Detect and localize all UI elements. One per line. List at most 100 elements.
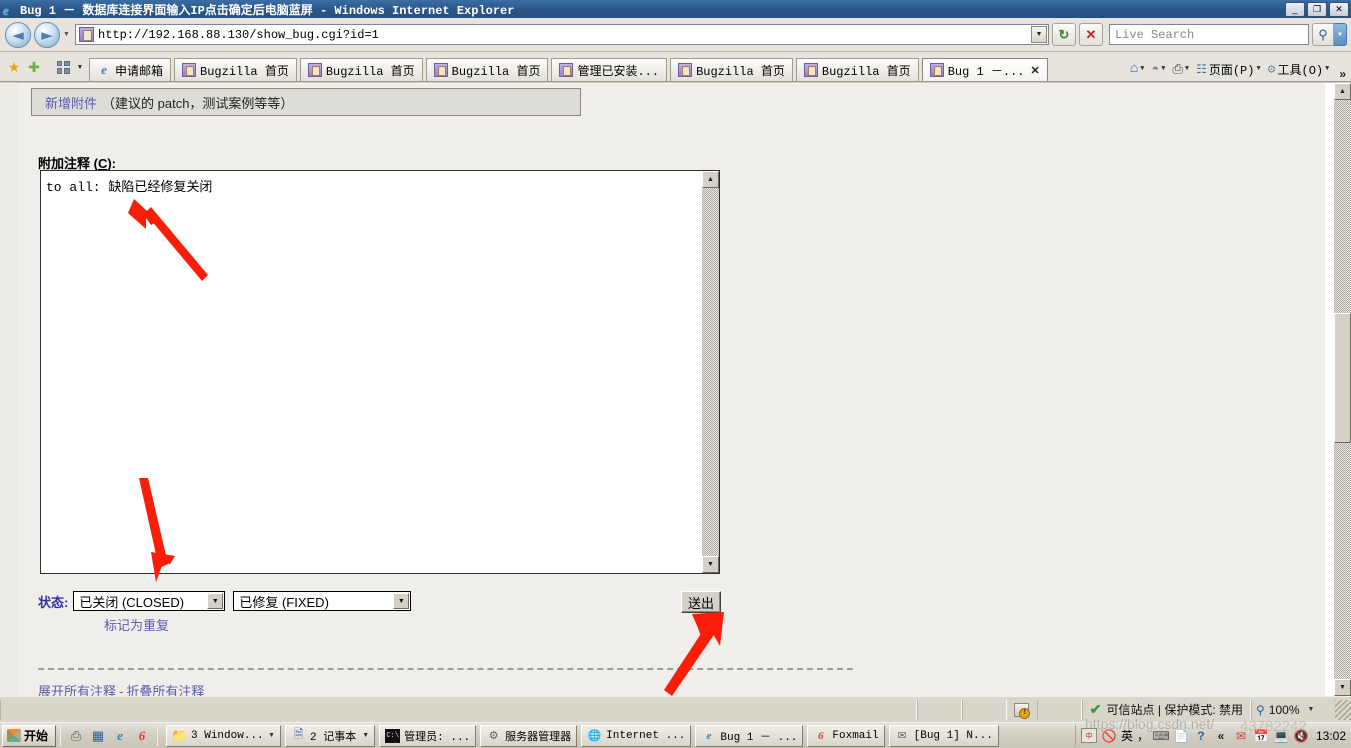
back-button[interactable]: ◄ — [5, 21, 31, 48]
tab-3[interactable]: Bugzilla 首页 — [425, 58, 549, 81]
quick-tabs-caret-icon[interactable]: ▼ — [74, 53, 86, 81]
tools-menu-button[interactable]: ⚙ 工具(O) ▼ — [1266, 57, 1335, 81]
collapse-all-comments-link[interactable]: 折叠所有注释 — [126, 684, 204, 696]
tab-4[interactable]: 管理已安装... — [551, 58, 668, 81]
tab-2[interactable]: Bugzilla 首页 — [299, 58, 423, 81]
expand-all-comments-link[interactable]: 展开所有注释 — [38, 684, 116, 696]
tab-1[interactable]: Bugzilla 首页 — [174, 58, 297, 81]
page-scrollbar[interactable]: ▲ ▼ — [1334, 83, 1351, 696]
help-icon[interactable]: ? — [1193, 728, 1209, 743]
foxmail-icon[interactable]: 6 — [134, 728, 150, 744]
zoom-control[interactable]: ⚲ 100% ▼ — [1251, 699, 1335, 720]
page-menu-button[interactable]: ☷ 页面(P) ▼ — [1194, 57, 1266, 81]
bugzilla-icon — [182, 63, 197, 77]
taskbar-item-label: 管理员: ... — [404, 731, 471, 744]
search-input[interactable]: Live Search — [1109, 24, 1309, 45]
ie-logo-icon: e — [101, 62, 107, 77]
print-caret-icon[interactable]: ▼ — [1185, 65, 1189, 73]
scrollbar-thumb[interactable] — [1334, 313, 1351, 443]
toolbar-overflow-icon[interactable]: » — [1339, 67, 1346, 81]
chevron-down-icon[interactable]: ▼ — [207, 593, 224, 609]
network-icon[interactable]: 💻 — [1273, 728, 1289, 743]
refresh-button[interactable]: ↻ — [1052, 23, 1076, 46]
bugzilla-icon — [433, 63, 448, 77]
taskbar-item-1[interactable]: 🗎 2 记事本 ▼ — [285, 724, 376, 747]
forward-chevron-icon: ► — [41, 25, 53, 44]
tab-5[interactable]: Bugzilla 首页 — [670, 58, 793, 81]
url-input[interactable]: http://192.168.88.130/show_bug.cgi?id=1 … — [75, 24, 1049, 45]
textarea-scroll-up-icon[interactable]: ▲ — [702, 171, 719, 188]
ime-mode-icon[interactable]: 中 — [1080, 728, 1097, 743]
add-attachment-link[interactable]: 新增附件 — [45, 93, 97, 112]
tab-7-active[interactable]: Bug 1 －... ✕ — [921, 58, 1048, 81]
feeds-caret-icon[interactable]: ▼ — [1161, 65, 1165, 73]
tab-label: Bugzilla 首页 — [821, 64, 911, 79]
taskbar-item-caret-icon[interactable]: ▼ — [362, 732, 369, 739]
volume-muted-icon[interactable]: 🔇 — [1293, 728, 1309, 743]
page-menu-label: 页面(P) — [1208, 63, 1255, 78]
document-icon[interactable]: 📄 — [1173, 728, 1189, 743]
tab-label: Bug 1 －... — [947, 64, 1025, 79]
bug-status-select[interactable]: 已关闭 (CLOSED) ▼ — [73, 591, 226, 611]
taskbar-item-6[interactable]: 6 Foxmail — [807, 724, 885, 747]
close-button[interactable]: ✕ — [1329, 2, 1349, 17]
bug-resolution-select[interactable]: 已修复 (FIXED) ▼ — [233, 591, 412, 611]
ime-language-label[interactable]: 英 — [1121, 727, 1133, 744]
url-dropdown-caret-icon[interactable]: ▼ — [1031, 26, 1047, 43]
security-zone-indicator[interactable]: ✔ 可信站点 | 保护模式: 禁用 — [1081, 699, 1251, 720]
comment-textarea-scrollbar[interactable]: ▲ ▼ — [702, 171, 719, 573]
mark-as-duplicate-link[interactable]: 标记为重复 — [104, 615, 169, 634]
status-label: 状态: — [38, 594, 69, 610]
overflow-icon[interactable]: « — [1213, 728, 1229, 743]
home-caret-icon[interactable]: ▼ — [1140, 65, 1144, 73]
printer-icon[interactable]: ⎙ — [68, 728, 84, 744]
history-dropdown-caret-icon[interactable]: ▼ — [60, 22, 73, 48]
feeds-button[interactable]: ◓ ▼ — [1149, 57, 1170, 81]
internet-explorer-icon[interactable]: e — [112, 728, 128, 744]
minimize-button[interactable]: _ — [1285, 2, 1305, 17]
block-icon[interactable]: 🚫 — [1101, 728, 1117, 743]
stop-button[interactable]: ✕ — [1079, 23, 1103, 46]
comment-textarea[interactable]: to all: 缺陷已经修复关闭 ▲ ▼ — [40, 170, 720, 574]
quick-tabs-icon[interactable] — [52, 53, 74, 81]
tab-6[interactable]: Bugzilla 首页 — [795, 58, 919, 81]
footer-divider — [38, 668, 853, 670]
search-dropdown-caret-icon[interactable]: ▼ — [1334, 23, 1347, 46]
page-caret-icon[interactable]: ▼ — [1256, 65, 1260, 73]
print-button[interactable]: ⎙ ▼ — [1170, 57, 1194, 81]
internet-explorer-window: e Bug 1 － 数据库连接界面输入IP点击确定后电脑蓝屏 - Windows… — [0, 0, 1351, 748]
start-button[interactable]: 开始 — [2, 724, 57, 747]
taskbar-item-caret-icon[interactable]: ▼ — [268, 732, 275, 739]
restore-button[interactable]: ❐ — [1307, 2, 1327, 17]
forward-button[interactable]: ► — [34, 21, 60, 48]
tools-caret-icon[interactable]: ▼ — [1325, 65, 1329, 73]
show-desktop-icon[interactable]: ▦ — [90, 728, 106, 744]
chevron-down-icon[interactable]: ▼ — [393, 593, 410, 609]
keyboard-icon[interactable]: ⌨ — [1152, 728, 1169, 743]
taskbar-item-5[interactable]: e Bug 1 － ... — [695, 724, 804, 747]
address-bar: ◄ ► ▼ http://192.168.88.130/show_bug.cgi… — [0, 18, 1351, 52]
folder-icon: 📁 — [171, 727, 188, 743]
tab-close-icon[interactable]: ✕ — [1031, 64, 1040, 77]
ime-punctuation-label[interactable]: ， — [1137, 727, 1149, 744]
calendar-icon[interactable]: 📅 — [1253, 728, 1269, 743]
resize-grip[interactable] — [1335, 699, 1351, 720]
taskbar-item-7[interactable]: ✉ [Bug 1] N... — [888, 724, 999, 747]
tab-0[interactable]: e 申请邮箱 — [89, 58, 172, 81]
favorites-star-icon[interactable]: ★ — [4, 53, 24, 81]
clock[interactable]: 13:02 — [1316, 729, 1346, 743]
scroll-up-icon[interactable]: ▲ — [1334, 83, 1351, 100]
home-button[interactable]: ⌂ ▼ — [1128, 57, 1150, 81]
taskbar-item-0[interactable]: 📁 3 Window... ▼ — [166, 724, 282, 747]
submit-button[interactable]: 送出 — [681, 591, 721, 613]
protected-mode-icon — [1014, 702, 1031, 719]
mail-alert-icon[interactable]: ✉ — [1233, 728, 1249, 743]
add-to-favorites-icon[interactable]: ✚ — [24, 53, 44, 81]
taskbar-item-2[interactable]: C:\ 管理员: ... — [379, 724, 477, 747]
zoom-caret-icon[interactable]: ▼ — [1308, 706, 1315, 713]
textarea-scroll-down-icon[interactable]: ▼ — [702, 556, 719, 573]
magnifier-icon[interactable]: ⚲ — [1312, 23, 1334, 46]
taskbar-item-4[interactable]: 🌐 Internet ... — [581, 724, 692, 747]
taskbar-item-3[interactable]: ⚙ 服务器管理器 — [480, 724, 578, 747]
scroll-down-icon[interactable]: ▼ — [1334, 679, 1351, 696]
